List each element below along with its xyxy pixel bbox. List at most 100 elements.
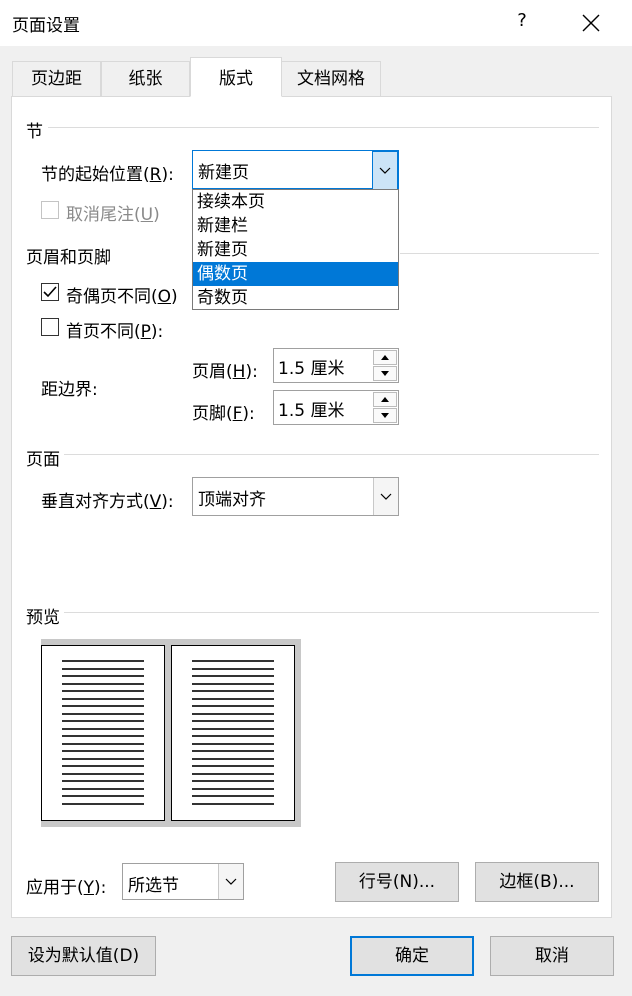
spin-down-button[interactable] — [373, 366, 397, 381]
divider — [400, 253, 599, 254]
triangle-up-icon — [381, 397, 389, 402]
divider — [48, 127, 599, 128]
footer-distance-spinner[interactable]: 1.5 厘米 — [273, 390, 399, 425]
preview-text-line — [62, 705, 144, 707]
preview-text-line — [62, 697, 144, 700]
preview-text-line — [192, 682, 274, 685]
chevron-down-icon — [380, 493, 392, 500]
ok-button[interactable]: 确定 — [350, 936, 474, 976]
preview-text-line — [62, 795, 144, 797]
suppress-endnotes-checkbox[interactable] — [41, 201, 59, 219]
preview-text-line — [192, 750, 274, 752]
header-distance-label: 页眉(H): — [192, 362, 258, 382]
preview-text-line — [62, 772, 144, 775]
help-button[interactable]: ? — [512, 10, 532, 31]
vertical-align-value: 顶端对齐 — [198, 490, 266, 510]
preview-text-line — [192, 742, 274, 745]
odd-even-checkbox[interactable] — [41, 283, 59, 301]
vertical-align-select[interactable]: 顶端对齐 — [192, 477, 399, 516]
apply-to-label: 应用于(Y): — [26, 878, 107, 898]
footer-distance-label: 页脚(F): — [192, 404, 255, 424]
divider — [64, 612, 599, 613]
dialog-title: 页面设置 — [12, 16, 80, 36]
dropdown-button[interactable] — [373, 478, 398, 515]
triangle-up-icon — [381, 355, 389, 360]
page-heading: 页面 — [26, 450, 60, 470]
tab-label: 版式 — [219, 69, 253, 89]
first-page-label: 首页不同(P): — [66, 322, 164, 342]
preview-text-line — [192, 705, 274, 707]
triangle-down-icon — [381, 413, 389, 418]
preview-text-line — [62, 727, 144, 730]
preview-text-line — [192, 720, 274, 722]
header-distance-spinner[interactable]: 1.5 厘米 — [273, 348, 399, 383]
apply-to-select[interactable]: 所选节 — [122, 863, 244, 900]
preview-text-line — [62, 750, 144, 752]
dropdown-option-selected[interactable]: 偶数页 — [193, 262, 398, 286]
preview-text-line — [62, 742, 144, 745]
divider — [64, 454, 599, 455]
first-page-checkbox[interactable] — [41, 318, 59, 336]
preview-text-line — [62, 690, 144, 692]
footer-distance-value: 1.5 厘米 — [278, 401, 345, 421]
preview-text-line — [62, 667, 144, 670]
vertical-align-label: 垂直对齐方式(V): — [41, 492, 174, 512]
borders-button[interactable]: 边框(B)... — [475, 862, 599, 902]
preview-text-line — [192, 727, 274, 730]
preview-text-line — [192, 802, 274, 805]
preview-text-line — [62, 682, 144, 685]
dropdown-button[interactable] — [372, 151, 398, 190]
preview-text-line — [62, 757, 144, 760]
preview-text-line — [192, 712, 274, 715]
dropdown-button[interactable] — [218, 864, 243, 899]
dropdown-option[interactable]: 奇数页 — [193, 286, 398, 310]
close-button[interactable] — [576, 8, 606, 38]
preview-text-line — [62, 660, 144, 662]
set-default-button[interactable]: 设为默认值(D) — [11, 936, 156, 976]
chevron-down-icon — [379, 167, 391, 174]
header-footer-heading: 页眉和页脚 — [26, 248, 111, 268]
dropdown-option[interactable]: 接续本页 — [193, 190, 398, 214]
preview-text-line — [62, 787, 144, 790]
apply-to-value: 所选节 — [128, 876, 179, 896]
spin-up-button[interactable] — [373, 392, 397, 407]
preview-text-line — [192, 765, 274, 767]
tab-paper[interactable]: 纸张 — [101, 61, 190, 96]
dropdown-option[interactable]: 新建页 — [193, 238, 398, 262]
section-heading: 节 — [26, 122, 43, 142]
section-start-label: 节的起始位置(R): — [41, 165, 174, 185]
preview-text-line — [192, 787, 274, 790]
tab-layout[interactable]: 版式 — [190, 57, 282, 97]
section-start-value: 新建页 — [198, 163, 249, 183]
preview-text-line — [62, 675, 144, 677]
title-bar — [0, 0, 632, 46]
tab-grid[interactable]: 文档网格 — [281, 61, 381, 96]
dropdown-option[interactable]: 新建栏 — [193, 214, 398, 238]
section-start-select[interactable]: 新建页 — [192, 150, 399, 190]
preview-text-line — [192, 675, 274, 677]
preview-text-line — [192, 667, 274, 670]
preview-area — [41, 639, 301, 827]
suppress-endnotes-label: 取消尾注(U) — [66, 205, 160, 225]
close-icon — [582, 14, 600, 32]
preview-text-line — [192, 697, 274, 700]
preview-text-line — [192, 660, 274, 662]
preview-text-line — [192, 735, 274, 737]
preview-page-right — [171, 645, 295, 821]
cancel-button[interactable]: 取消 — [490, 936, 614, 976]
line-numbers-button[interactable]: 行号(N)... — [335, 862, 459, 902]
section-start-dropdown: 接续本页 新建栏 新建页 偶数页 奇数页 — [192, 189, 399, 310]
preview-text-line — [192, 772, 274, 775]
tab-label: 页边距 — [31, 69, 82, 89]
preview-text-line — [62, 735, 144, 737]
preview-text-line — [62, 720, 144, 722]
chevron-down-icon — [225, 878, 237, 885]
preview-text-line — [62, 802, 144, 805]
tab-margins[interactable]: 页边距 — [12, 61, 101, 96]
header-distance-value: 1.5 厘米 — [278, 359, 345, 379]
preview-text-line — [62, 712, 144, 715]
preview-page-left — [41, 645, 165, 821]
spin-down-button[interactable] — [373, 408, 397, 423]
preview-text-line — [192, 757, 274, 760]
spin-up-button[interactable] — [373, 350, 397, 365]
